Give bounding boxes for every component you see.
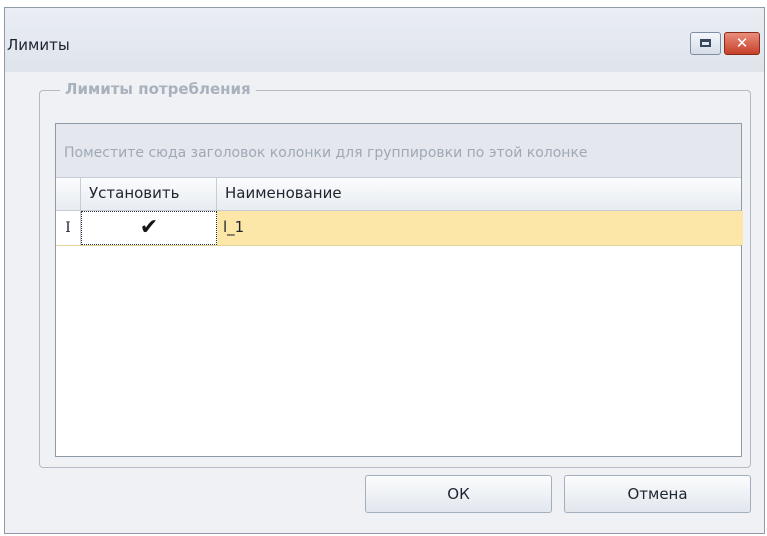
close-icon: ✕ [735,34,749,52]
group-by-hint: Поместите сюда заголовок колонки для гру… [64,145,588,161]
grid-empty-area [56,246,741,456]
title-bar[interactable]: Лимиты ✕ [5,8,764,72]
cancel-button[interactable]: Отмена [564,475,751,513]
limits-grid: Поместите сюда заголовок колонки для гру… [55,123,743,457]
restore-button[interactable] [690,32,721,55]
group-legend: Лимиты потребления [60,80,256,98]
header-indicator-cell [56,178,81,210]
ok-button[interactable]: ОК [365,475,552,513]
column-header-install[interactable]: Установить [81,178,217,210]
name-cell[interactable]: l_1 [217,211,743,245]
row-indicator: I [56,211,81,245]
group-by-panel[interactable]: Поместите сюда заголовок колонки для гру… [56,124,741,178]
window-title: Лимиты [7,36,70,54]
install-checkbox[interactable]: ✔ [140,215,158,240]
consumption-limits-group: Лимиты потребления Поместите сюда заголо… [39,80,751,468]
install-cell[interactable]: ✔ [81,211,217,245]
limits-dialog: Лимиты ✕ Лимиты потребления Поместите сю… [4,7,765,534]
grid-header: Установить Наименование [56,178,741,211]
column-header-name[interactable]: Наименование [217,178,743,210]
close-button[interactable]: ✕ [724,32,760,55]
page: Лимиты ✕ Лимиты потребления Поместите сю… [0,0,767,536]
restore-icon [700,39,711,47]
table-row[interactable]: I ✔ l_1 [56,211,743,246]
